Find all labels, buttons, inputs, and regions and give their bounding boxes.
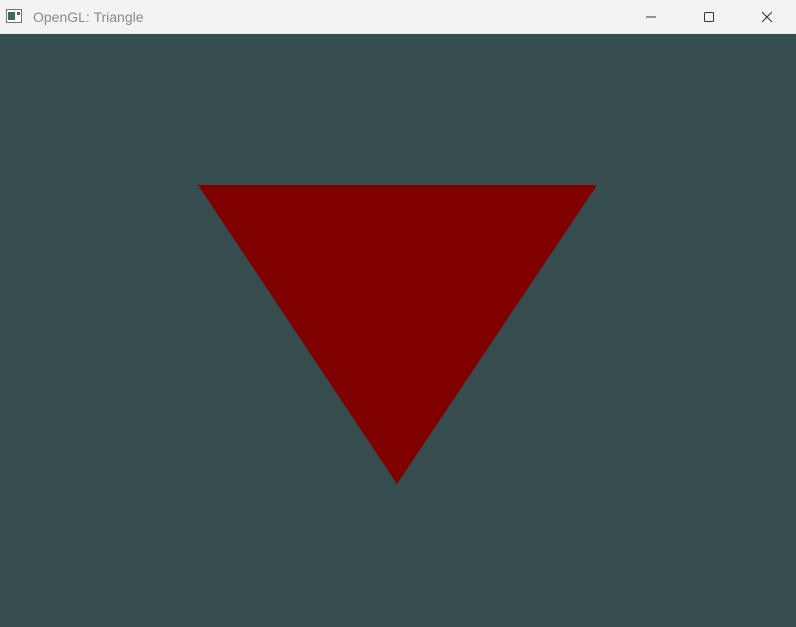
minimize-button[interactable] [622, 0, 680, 33]
opengl-viewport[interactable] [0, 34, 796, 627]
close-button[interactable] [738, 0, 796, 33]
window-controls [622, 0, 796, 33]
app-window: OpenGL: Triangle [0, 0, 796, 627]
minimize-icon [645, 11, 657, 23]
close-icon [761, 11, 773, 23]
application-window-icon [6, 9, 22, 23]
title-bar[interactable]: OpenGL: Triangle [0, 0, 796, 34]
window-title: OpenGL: Triangle [33, 9, 144, 25]
maximize-button[interactable] [680, 0, 738, 33]
maximize-icon [703, 11, 715, 23]
